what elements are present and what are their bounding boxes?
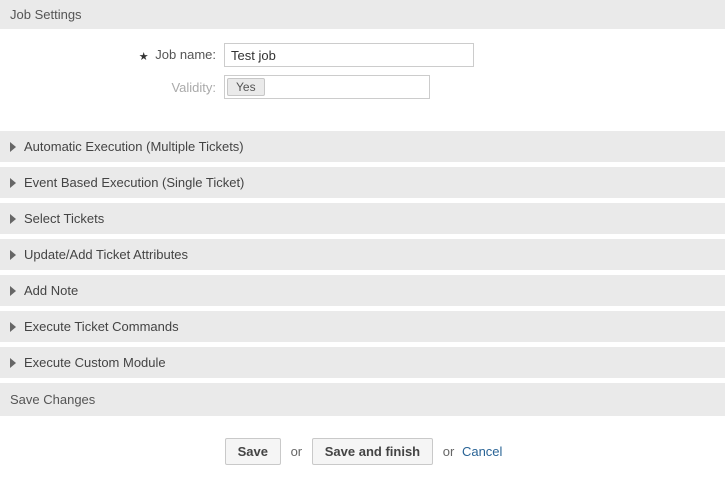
row-validity: Validity: Yes	[10, 75, 715, 99]
section-update-add-ticket-attributes[interactable]: Update/Add Ticket Attributes	[0, 239, 725, 270]
required-star-icon: ★	[139, 51, 149, 63]
section-execute-ticket-commands[interactable]: Execute Ticket Commands	[0, 311, 725, 342]
section-event-based-execution[interactable]: Event Based Execution (Single Ticket)	[0, 167, 725, 198]
section-execute-custom-module[interactable]: Execute Custom Module	[0, 347, 725, 378]
chevron-right-icon	[10, 250, 16, 260]
form-area: ★ Job name: Validity: Yes	[0, 31, 725, 125]
section-title: Execute Custom Module	[24, 355, 166, 370]
row-job-name: ★ Job name:	[10, 43, 715, 67]
cancel-link[interactable]: Cancel	[462, 444, 502, 459]
chevron-right-icon	[10, 322, 16, 332]
label-job-name: ★ Job name:	[10, 47, 224, 62]
job-name-input[interactable]	[224, 43, 474, 67]
label-validity-text: Validity:	[171, 80, 216, 95]
validity-field[interactable]: Yes	[224, 75, 430, 99]
section-title: Add Note	[24, 283, 78, 298]
validity-value-button[interactable]: Yes	[227, 78, 265, 96]
save-button[interactable]: Save	[225, 438, 281, 465]
panel-header-save-changes: Save Changes	[0, 383, 725, 416]
chevron-right-icon	[10, 214, 16, 224]
section-title: Select Tickets	[24, 211, 104, 226]
chevron-right-icon	[10, 358, 16, 368]
or-text: or	[443, 444, 455, 459]
section-title: Execute Ticket Commands	[24, 319, 179, 334]
chevron-right-icon	[10, 142, 16, 152]
section-title: Event Based Execution (Single Ticket)	[24, 175, 244, 190]
section-add-note[interactable]: Add Note	[0, 275, 725, 306]
panel-header-job-settings: Job Settings	[0, 0, 725, 29]
chevron-right-icon	[10, 286, 16, 296]
label-job-name-text: Job name:	[155, 47, 216, 62]
section-automatic-execution[interactable]: Automatic Execution (Multiple Tickets)	[0, 131, 725, 162]
chevron-right-icon	[10, 178, 16, 188]
section-title: Update/Add Ticket Attributes	[24, 247, 188, 262]
label-validity: Validity:	[10, 80, 224, 95]
panel-title: Job Settings	[10, 7, 82, 22]
section-select-tickets[interactable]: Select Tickets	[0, 203, 725, 234]
save-changes-title: Save Changes	[10, 392, 95, 407]
or-text: or	[291, 444, 303, 459]
section-title: Automatic Execution (Multiple Tickets)	[24, 139, 244, 154]
actions-bar: Save or Save and finish or Cancel	[0, 416, 725, 485]
sections: Automatic Execution (Multiple Tickets) E…	[0, 131, 725, 378]
save-and-finish-button[interactable]: Save and finish	[312, 438, 433, 465]
